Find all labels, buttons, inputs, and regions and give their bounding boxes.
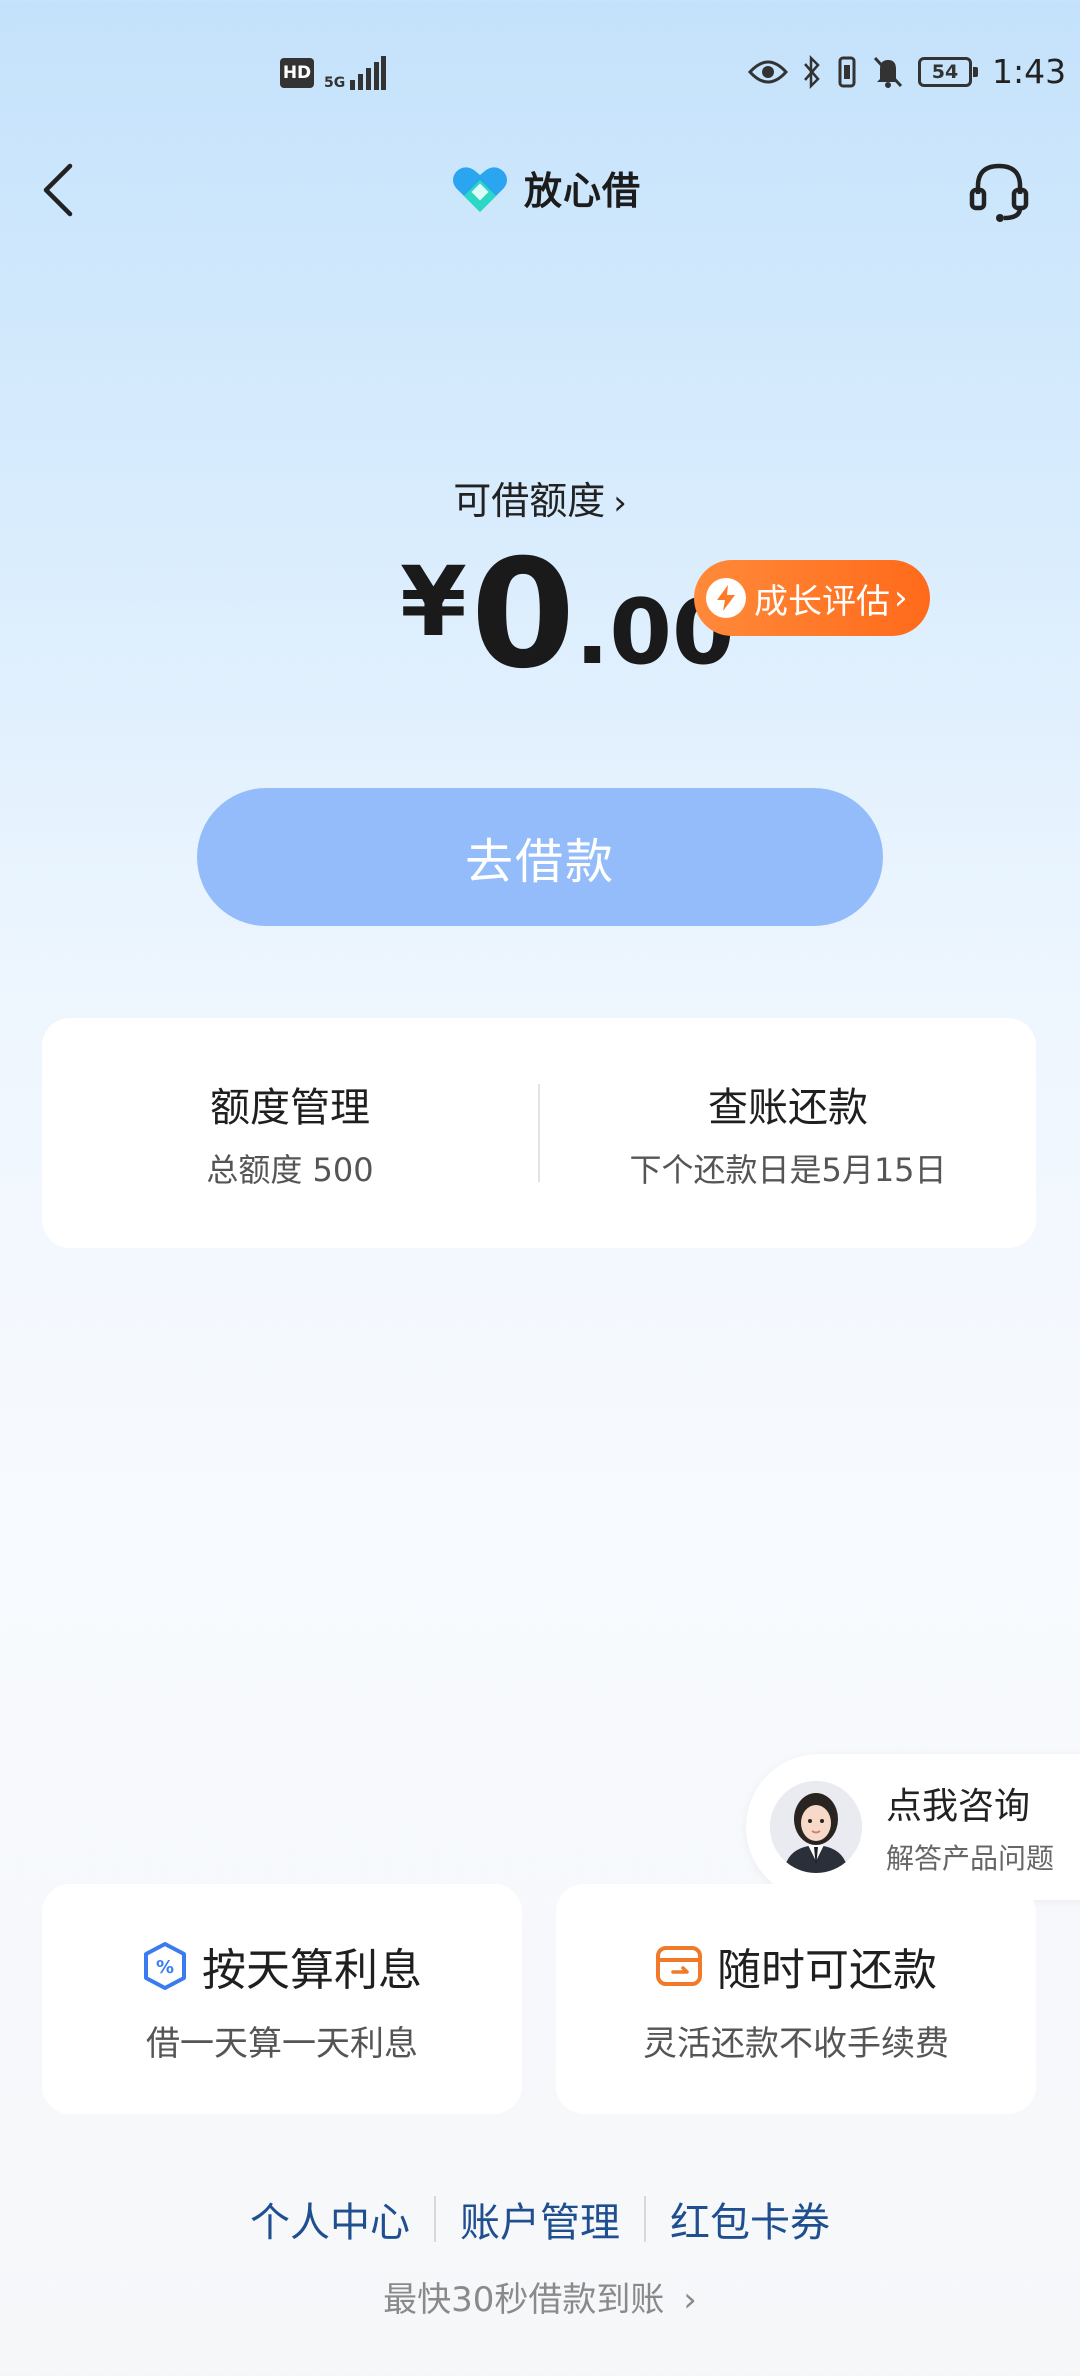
tagline-link[interactable]: 最快30秒借款到账 › (0, 2272, 1080, 2321)
bluetooth-icon (804, 54, 820, 89)
battery-indicator: 54 (918, 56, 978, 87)
available-credit-link[interactable]: 可借额度 › (0, 470, 1080, 525)
link-coupons[interactable]: 红包卡券 (646, 2190, 854, 2248)
feature-subtitle: 灵活还款不收手续费 (643, 2023, 949, 2064)
quota-card: 额度管理 总额度 500 查账还款 下个还款日是5月15日 (42, 1018, 1036, 1248)
chevron-left-icon (43, 163, 73, 217)
consult-float-button[interactable]: 点我咨询 解答产品问题 (746, 1754, 1080, 1900)
currency-symbol: ¥ (400, 546, 467, 658)
wallet-icon (656, 1945, 702, 1986)
consult-subtitle: 解答产品问题 (886, 1842, 1055, 1875)
brand-logo-icon (453, 166, 507, 212)
status-bar-left: HD 5G (280, 56, 387, 91)
repayment-entry[interactable]: 查账还款 下个还款日是5月15日 (540, 1018, 1036, 1248)
feature-title: 随时可还款 (717, 1944, 937, 1996)
signal-indicator: 5G (324, 56, 387, 91)
back-button[interactable] (30, 150, 90, 230)
borrow-button[interactable]: 去借款 (197, 788, 883, 926)
hd-badge: HD (280, 58, 314, 88)
growth-assessment-label: 成长评估 (754, 581, 890, 622)
link-personal-center[interactable]: 个人中心 (226, 2190, 434, 2248)
eye-icon (748, 60, 788, 83)
quota-management-entry[interactable]: 额度管理 总额度 500 (42, 1018, 538, 1248)
feature-title: 按天算利息 (202, 1944, 422, 1996)
brand-header: 放心借 (450, 160, 641, 215)
chevron-right-icon: › (683, 2280, 697, 2320)
feature-card-anytime-repay: 随时可还款 灵活还款不收手续费 (556, 1884, 1036, 2114)
clock: 1:43 (992, 52, 1067, 91)
lightning-icon (706, 578, 746, 618)
next-repayment-date: 下个还款日是5月15日 (629, 1151, 947, 1189)
consult-title: 点我咨询 (886, 1786, 1031, 1827)
available-credit-label: 可借额度 (453, 479, 606, 523)
bottom-links: 个人中心 账户管理 红包卡券 (0, 2190, 1080, 2248)
tagline-text: 最快30秒借款到账 (383, 2280, 665, 2320)
growth-assessment-button[interactable]: 成长评估 › (694, 560, 930, 636)
percent-shield-icon: % (144, 1941, 186, 1990)
consult-text: 点我咨询 解答产品问题 (886, 1777, 1054, 1877)
mute-bell-icon (873, 56, 903, 88)
signal-bars-icon (350, 56, 387, 90)
credit-amount: ¥ 0 .00 (400, 540, 735, 690)
total-quota-text: 总额度 500 (206, 1151, 374, 1189)
chevron-right-icon: › (613, 483, 627, 523)
customer-service-button[interactable] (966, 158, 1032, 224)
brand-name: 放心借 (524, 169, 642, 213)
headset-icon (969, 163, 1029, 222)
feature-subtitle: 借一天算一天利息 (146, 2023, 418, 2064)
feature-card-daily-interest: % 按天算利息 借一天算一天利息 (42, 1884, 522, 2114)
vibrate-icon (838, 56, 856, 87)
chevron-right-icon: › (894, 578, 908, 618)
link-account-management[interactable]: 账户管理 (436, 2190, 644, 2248)
network-label: 5G (324, 75, 346, 91)
agent-avatar (770, 1781, 862, 1873)
repayment-title: 查账还款 (708, 1085, 868, 1131)
svg-text:%: % (156, 1957, 174, 1978)
amount-integer: 0 (470, 528, 576, 702)
quota-management-title: 额度管理 (210, 1085, 370, 1131)
status-bar-right: 54 1:43 (748, 52, 1066, 91)
